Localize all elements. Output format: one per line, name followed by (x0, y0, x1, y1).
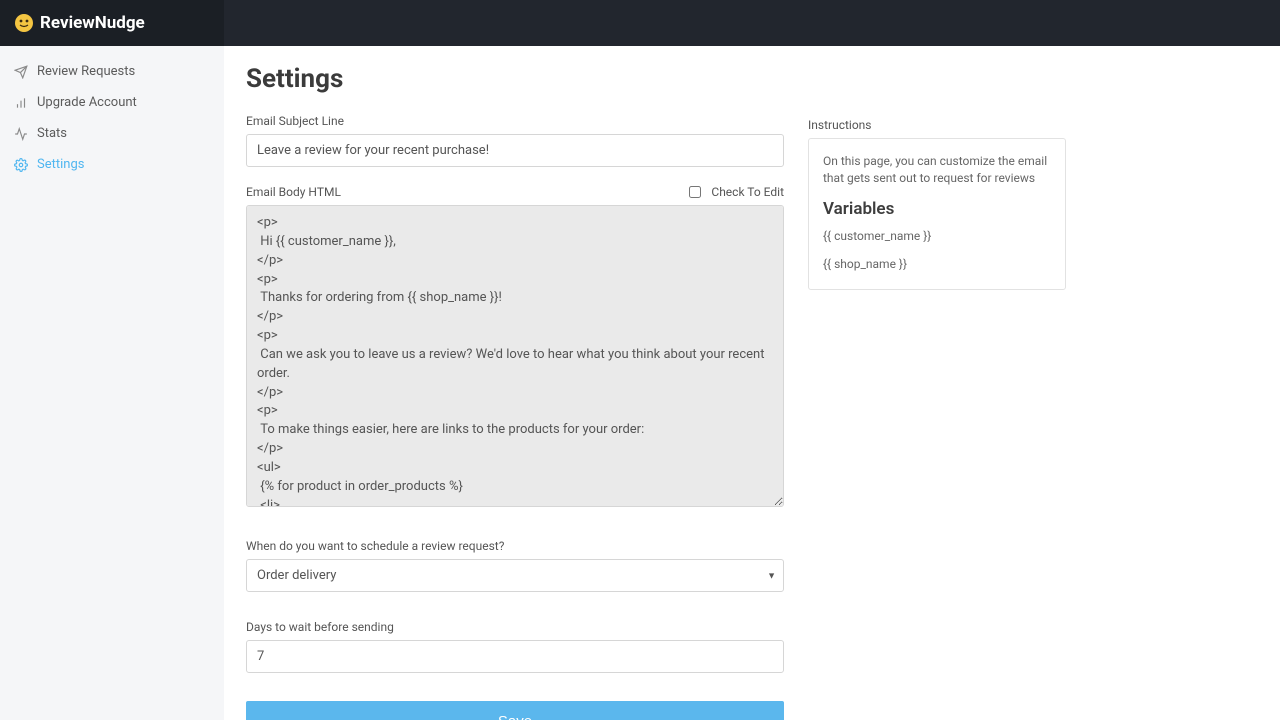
sidebar-item-review-requests[interactable]: Review Requests (0, 56, 224, 87)
sidebar-item-label: Upgrade Account (37, 95, 137, 110)
bar-chart-icon (14, 96, 28, 110)
subject-input[interactable] (246, 134, 784, 167)
body-label: Email Body HTML (246, 185, 341, 199)
logo-region[interactable]: ReviewNudge (0, 0, 224, 46)
check-to-edit-label: Check To Edit (711, 185, 784, 199)
days-label: Days to wait before sending (246, 620, 784, 634)
subject-label: Email Subject Line (246, 114, 784, 128)
save-button[interactable]: Save (246, 701, 784, 720)
schedule-select[interactable]: Order delivery (246, 559, 784, 592)
logo-icon (14, 13, 34, 33)
variables-heading: Variables (823, 199, 1051, 219)
send-icon (14, 65, 28, 79)
sidebar: Review Requests Upgrade Account Stats Se… (0, 46, 224, 720)
variable-item: {{ customer_name }} (823, 229, 1051, 243)
brand-text: ReviewNudge (40, 13, 145, 33)
instructions-panel: On this page, you can customize the emai… (808, 138, 1066, 290)
body-textarea[interactable] (246, 205, 784, 507)
gear-icon (14, 158, 28, 172)
sidebar-item-label: Stats (37, 126, 67, 141)
activity-icon (14, 127, 28, 141)
days-input[interactable] (246, 640, 784, 673)
variable-item: {{ shop_name }} (823, 257, 1051, 271)
check-to-edit-checkbox[interactable] (689, 186, 701, 198)
sidebar-item-settings[interactable]: Settings (0, 149, 224, 180)
sidebar-item-stats[interactable]: Stats (0, 118, 224, 149)
instructions-heading: Instructions (808, 118, 1066, 132)
sidebar-item-label: Settings (37, 157, 84, 172)
sidebar-item-label: Review Requests (37, 64, 135, 79)
schedule-label: When do you want to schedule a review re… (246, 539, 784, 553)
instructions-text: On this page, you can customize the emai… (823, 153, 1051, 187)
main-content: Settings Email Subject Line Email Body H… (224, 46, 1280, 720)
sidebar-item-upgrade-account[interactable]: Upgrade Account (0, 87, 224, 118)
topbar: ReviewNudge (0, 0, 1280, 46)
page-title: Settings (246, 64, 784, 94)
